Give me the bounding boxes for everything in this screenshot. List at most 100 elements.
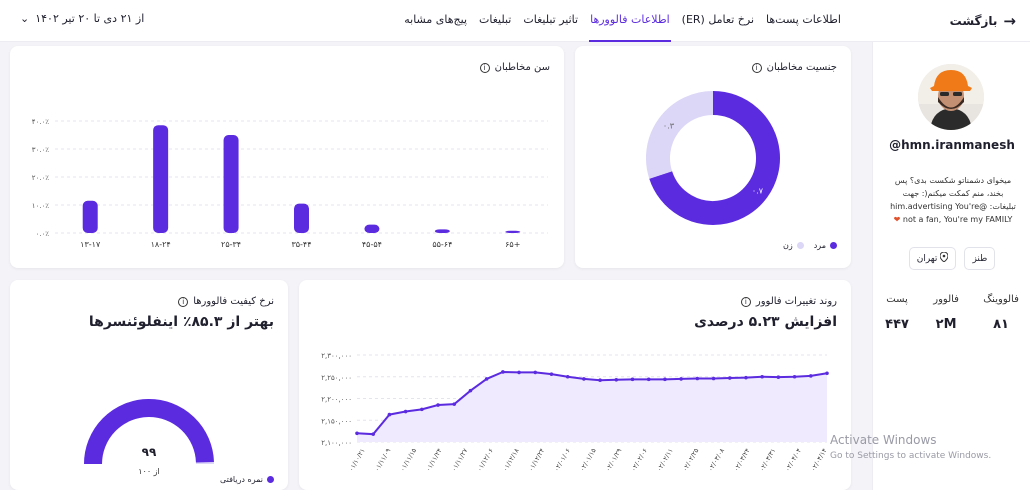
- data-point[interactable]: [565, 374, 570, 379]
- data-point[interactable]: [533, 370, 538, 375]
- y-tick-label: ۲۰.۰٪: [32, 174, 50, 182]
- data-point[interactable]: [727, 376, 732, 380]
- tab-ads[interactable]: تبلیغات: [478, 0, 512, 42]
- quality-gauge-chart: ۹۹ از ۱۰۰: [84, 399, 214, 476]
- data-point[interactable]: [501, 370, 505, 374]
- bar[interactable]: [364, 224, 380, 233]
- stat-value: ۴۴۷: [885, 317, 909, 332]
- x-tick-label: ۰۲/۰۴/۰۴: [783, 447, 803, 473]
- gender-card: جنسیت مخاطبان i ۰.۷ ۰.۳ مرد زن: [575, 46, 851, 268]
- legend-label: زن: [782, 241, 793, 250]
- tab-followers-info[interactable]: اطلاعات فالوورها: [589, 0, 671, 42]
- data-point[interactable]: [760, 374, 764, 379]
- profile-stats: فالووینگ ۸۱ فالوور ۲M پست ۴۴۷: [873, 294, 1030, 332]
- tab-ads-impact[interactable]: تاثیر تبلیغات: [522, 0, 579, 42]
- bar[interactable]: [505, 230, 521, 233]
- data-point[interactable]: [614, 377, 619, 382]
- age-bar-chart: ۰.۰٪ ۱۰.۰٪ ۲۰.۰٪ ۳۰.۰٪ ۴۰.۰٪ ۱۳-۱۷ ۱۸-۲۴ ۲۵-۳۴ ۳…: [32, 118, 548, 249]
- legend-label: نمره دریافتی: [220, 475, 263, 484]
- y-tick-label: ۲,۲۰۰,۰۰۰: [321, 396, 352, 404]
- age-card: سن مخاطبان i ۰.۰٪ ۱۰.۰٪ ۲۰.۰٪ ۳۰.۰٪ ۴۰.۰٪ ۱۳-…: [10, 46, 564, 268]
- data-point[interactable]: [420, 407, 424, 412]
- data-point[interactable]: [549, 372, 554, 376]
- back-button[interactable]: → بازگشت: [950, 12, 1016, 30]
- data-point[interactable]: [355, 431, 359, 436]
- data-point[interactable]: [744, 375, 748, 380]
- username[interactable]: @hmn.iranmanesh: [873, 138, 1030, 152]
- data-point[interactable]: [679, 377, 683, 381]
- bio-line: تبلیغات: @him.advertising You're: [890, 202, 1016, 211]
- data-point[interactable]: [808, 374, 813, 378]
- stat-following: فالووینگ ۸۱: [983, 294, 1019, 332]
- data-point[interactable]: [695, 376, 700, 381]
- legend-item-male[interactable]: مرد: [814, 241, 837, 250]
- stat-value: ۲M: [935, 317, 957, 332]
- stat-posts: پست ۴۴۷: [885, 294, 909, 332]
- donut-value-label: ۰.۷: [752, 186, 764, 195]
- x-tick-label: ۰۲/۰۱/۱۵: [578, 447, 598, 473]
- bar[interactable]: [153, 125, 169, 233]
- data-point[interactable]: [792, 374, 797, 379]
- x-tick-label: ۰۱/۱۱/۱۵: [398, 447, 418, 473]
- data-point[interactable]: [371, 432, 376, 436]
- data-point[interactable]: [403, 409, 408, 414]
- x-tick-label: ۰۲/۰۴/۱۴: [809, 447, 829, 473]
- x-tick-label: ۰۱/۱۱/۰۹: [373, 447, 393, 473]
- data-point[interactable]: [517, 370, 521, 375]
- x-tick-label: ۱۳-۱۷: [80, 240, 101, 249]
- legend-item-score[interactable]: نمره دریافتی: [220, 475, 274, 484]
- data-point[interactable]: [630, 377, 635, 382]
- bio-line: بخند، منم کمکت میکنم(: جهت: [902, 189, 1004, 198]
- data-point[interactable]: [387, 412, 392, 417]
- data-point[interactable]: [711, 376, 716, 381]
- data-point[interactable]: [663, 377, 667, 382]
- gauge-value: ۹۹: [142, 445, 157, 459]
- bar[interactable]: [294, 203, 309, 233]
- donut-slice-1[interactable]: [646, 91, 714, 179]
- y-tick-label: ۳۰.۰٪: [32, 146, 50, 154]
- data-point[interactable]: [468, 388, 473, 393]
- x-tick-label: ۶۵+: [505, 240, 520, 249]
- stat-value: ۸۱: [993, 317, 1009, 332]
- data-point[interactable]: [436, 403, 440, 407]
- bar[interactable]: [434, 229, 450, 233]
- data-point[interactable]: [452, 402, 457, 406]
- x-tick-label: ۰۲/۰۳/۳۱: [758, 447, 778, 473]
- stat-label: فالووینگ: [983, 294, 1019, 305]
- date-range-selector[interactable]: از ۲۱ دی تا ۲۰ تیر ۱۴۰۲ ⌄: [20, 12, 144, 25]
- data-point[interactable]: [776, 375, 781, 379]
- bio-line: میخوای دشمناتو شکست بدی؟ پس: [894, 176, 1012, 185]
- bar[interactable]: [223, 135, 239, 233]
- follower-quality-card: نرخ کیفیت فالوورها i بهتر از ۸۵.۳٪ اینفل…: [10, 280, 288, 490]
- tab-engagement-rate[interactable]: نرخ تعامل (ER): [681, 0, 755, 42]
- tag-label: تهران: [916, 253, 938, 264]
- x-tick-label: ۰۲/۰۱/۰۶: [552, 447, 572, 473]
- data-point[interactable]: [646, 377, 651, 382]
- data-point[interactable]: [484, 377, 489, 381]
- x-tick-label: ۰۱/۱۱/۲۴: [424, 447, 444, 473]
- stat-label: فالوور: [933, 294, 959, 305]
- follower-growth-chart: ۲,۱۰۰,۰۰۰ ۲,۱۵۰,۰۰۰ ۲,۲۰۰,۰۰۰ ۲,۲۵۰,۰۰۰ ۲,۳۰…: [321, 352, 829, 473]
- tag-chip-category[interactable]: طنز: [964, 247, 996, 270]
- legend-label: مرد: [813, 241, 826, 250]
- bar[interactable]: [82, 200, 98, 233]
- data-point[interactable]: [582, 377, 586, 381]
- tag-chip-location[interactable]: تهران: [908, 247, 957, 270]
- x-tick-label: ۰۲/۰۳/۲۴: [732, 447, 752, 473]
- tab-posts-info[interactable]: اطلاعات پست‌ها: [765, 0, 842, 42]
- data-point[interactable]: [598, 378, 602, 383]
- y-tick-label: ۲,۱۰۰,۰۰۰: [321, 439, 352, 447]
- legend-swatch: [267, 476, 274, 483]
- stat-followers: فالوور ۲M: [933, 294, 959, 332]
- data-point[interactable]: [825, 371, 829, 376]
- legend-item-female[interactable]: زن: [783, 241, 804, 250]
- watermark-title: Activate Windows: [830, 433, 937, 447]
- tab-bar: اطلاعات پست‌ها نرخ تعامل (ER) اطلاعات فا…: [403, 0, 842, 42]
- location-pin-icon: [939, 251, 949, 265]
- quality-legend: نمره دریافتی: [220, 475, 274, 484]
- y-tick-label: ۰.۰٪: [35, 230, 49, 238]
- x-tick-label: ۰۱/۱۰/۲۱: [347, 447, 367, 473]
- tab-similar-pages[interactable]: پیج‌های مشابه: [403, 0, 468, 42]
- x-tick-label: ۰۱/۱۱/۲۷: [450, 447, 470, 473]
- x-tick-label: ۴۵-۵۴: [362, 240, 382, 249]
